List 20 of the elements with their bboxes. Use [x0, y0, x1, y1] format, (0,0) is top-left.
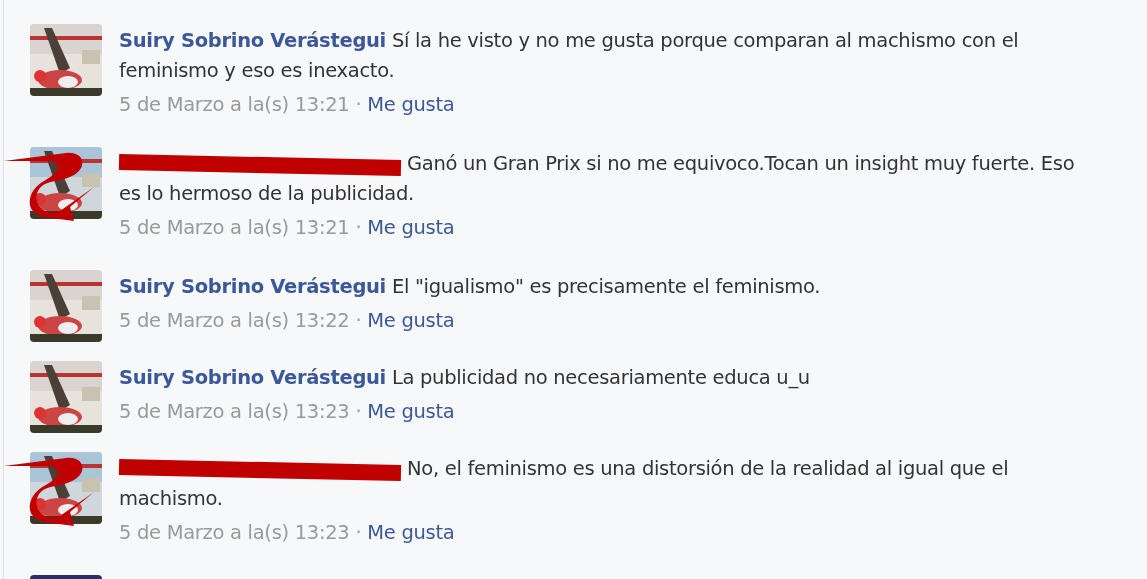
like-link[interactable]: Me gusta [367, 90, 455, 120]
comment-time: 5 de Marzo a la(s) 13:23 [119, 520, 350, 546]
like-link[interactable]: Me gusta [367, 213, 455, 243]
separator-dot: · [355, 215, 362, 241]
like-link[interactable]: Me gusta [367, 518, 455, 548]
separator-dot: · [355, 520, 362, 546]
comment-text: Suiry Sobrino Verástegui El "igualismo" es precisamente el feminismo. [119, 274, 822, 300]
comment-text: No, el feminismo es una distorsión de la realidad al igual que el machismo. [119, 456, 1010, 512]
comment-time: 5 de Marzo a la(s) 13:21 [119, 215, 350, 241]
separator-dot: · [355, 92, 362, 118]
comment-time: 5 de Marzo a la(s) 13:23 [119, 399, 350, 425]
separator-dot: · [355, 308, 362, 334]
comment-text: Suiry Sobrino Verástegui La publicidad no necesariamente educa u_u [119, 365, 811, 391]
separator-dot: · [355, 399, 362, 425]
like-link[interactable]: Me gusta [367, 397, 455, 427]
comment-text: Ganó un Gran Prix si no me equivoco.Tocan un insight muy fuerte. Eso es lo hermoso de la publicidad. [119, 151, 1076, 207]
like-link[interactable]: Me gusta [367, 306, 455, 336]
comment-text: Suiry Sobrino Verástegui Sí la he visto y no me gusta porque comparan al machismo con el feminismo y eso es inexacto. [119, 28, 1020, 84]
comment-time: 5 de Marzo a la(s) 13:21 [119, 92, 350, 118]
comment-time: 5 de Marzo a la(s) 13:22 [119, 308, 350, 334]
